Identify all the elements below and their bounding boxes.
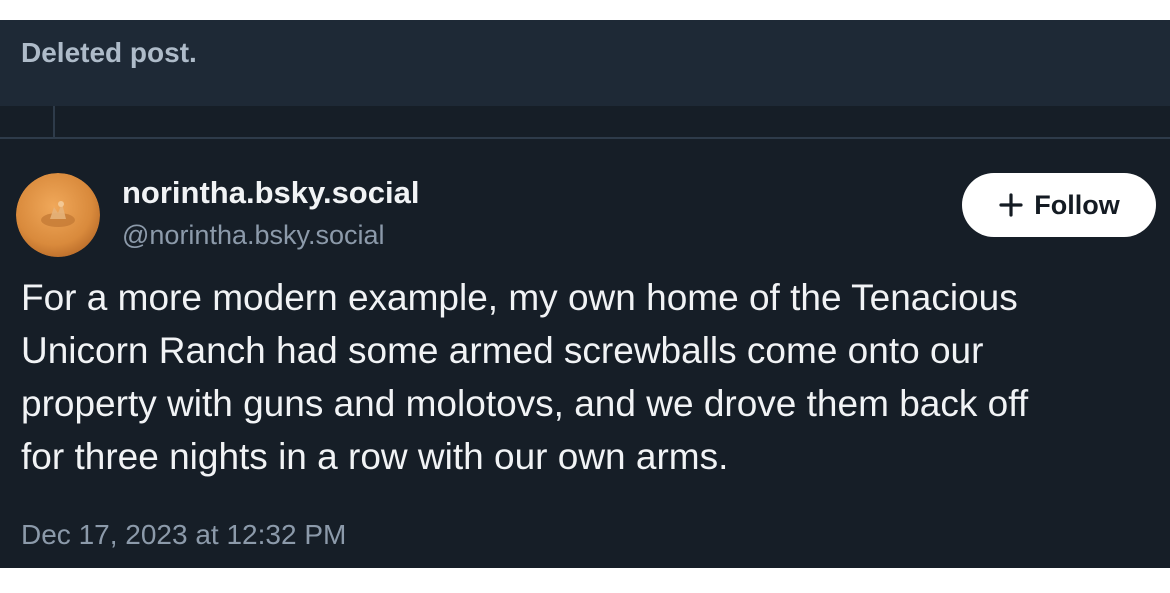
thread-card: Deleted post. norintha.bsky.social @nori… bbox=[0, 20, 1170, 568]
post-text-line: Unicorn Ranch had some armed screwballs … bbox=[21, 330, 984, 371]
avatar[interactable] bbox=[16, 173, 100, 257]
thread-connector-line bbox=[53, 106, 55, 138]
post-text-line: For a more modern example, my own home o… bbox=[21, 277, 1018, 318]
author-handle[interactable]: @norintha.bsky.social bbox=[122, 219, 385, 251]
follow-button-label: Follow bbox=[1034, 189, 1120, 220]
post-text-line: property with guns and molotovs, and we … bbox=[21, 383, 1029, 424]
post-divider bbox=[0, 137, 1170, 139]
post-body: For a more modern example, my own home o… bbox=[21, 271, 1161, 483]
author-display-name[interactable]: norintha.bsky.social bbox=[122, 175, 419, 211]
deleted-post-text: Deleted post. bbox=[21, 37, 197, 68]
deleted-post-notice: Deleted post. bbox=[0, 20, 1170, 106]
post-text-line: for three nights in a row with our own a… bbox=[21, 436, 729, 477]
plus-icon bbox=[999, 193, 1023, 217]
post-timestamp[interactable]: Dec 17, 2023 at 12:32 PM bbox=[21, 518, 346, 552]
follow-button[interactable]: Follow bbox=[962, 173, 1156, 237]
avatar-image bbox=[16, 173, 100, 257]
